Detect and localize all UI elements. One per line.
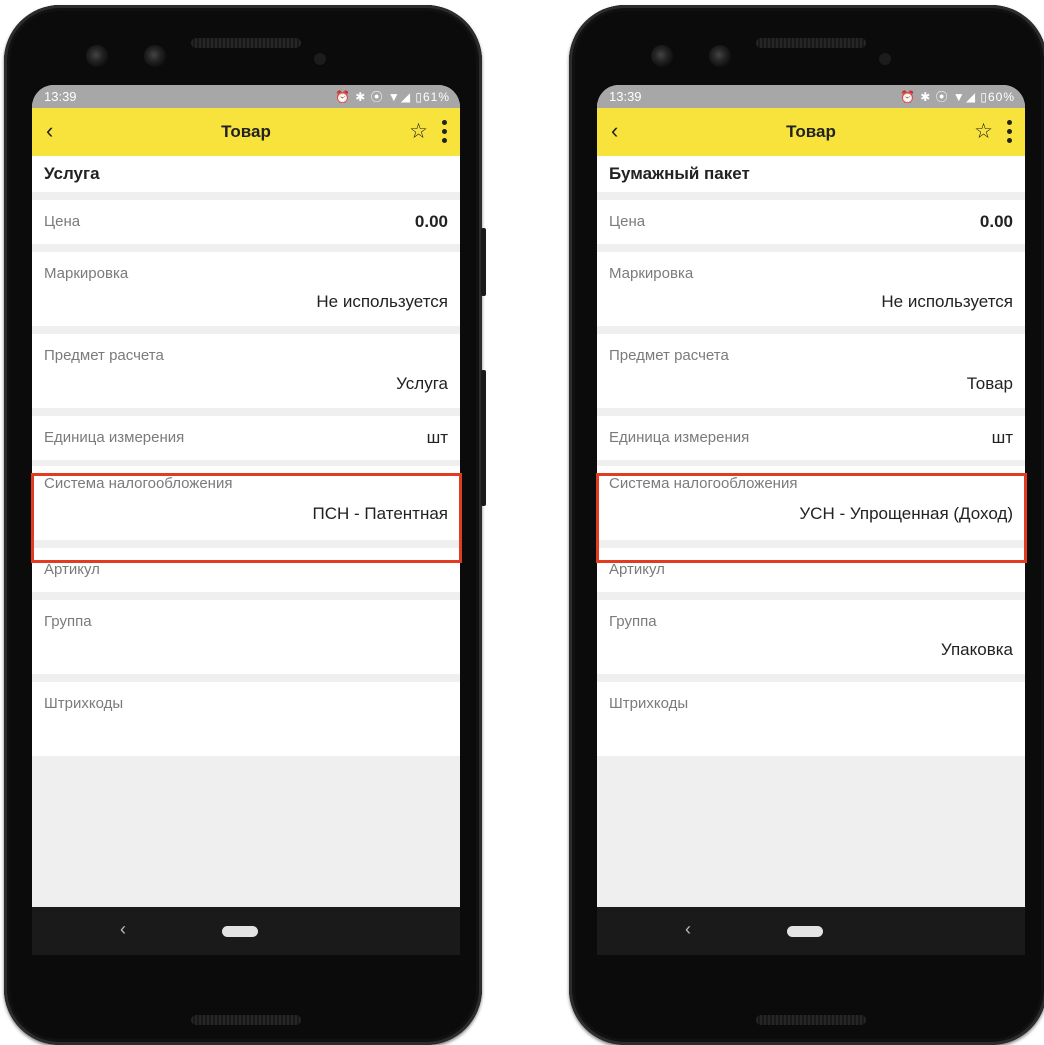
proximity-sensor (314, 53, 326, 65)
field-value: Товар (966, 374, 1013, 393)
field-label: Маркировка (44, 265, 129, 282)
system-nav-bar: ‹ (32, 907, 460, 955)
field-price[interactable]: Цена 0.00 (597, 200, 1025, 244)
field-subject[interactable]: Предмет расчета Услуга (32, 334, 460, 408)
star-icon[interactable]: ☆ (974, 119, 993, 144)
front-camera-icon (709, 45, 731, 67)
more-vert-icon[interactable] (442, 120, 448, 147)
field-label: Единица измерения (609, 429, 750, 446)
system-nav-bar: ‹ (597, 907, 1025, 955)
field-label: Маркировка (609, 265, 694, 282)
field-label: Единица измерения (44, 429, 185, 446)
proximity-sensor (879, 53, 891, 65)
more-vert-icon[interactable] (1007, 120, 1013, 147)
field-value: шт (991, 428, 1013, 447)
back-arrow-icon[interactable]: ‹ (611, 118, 618, 144)
item-title: Бумажный пакет (597, 156, 1025, 192)
power-button (481, 370, 486, 506)
field-label: Группа (44, 613, 92, 630)
field-label: Артикул (609, 561, 665, 578)
field-unit[interactable]: Единица измерения шт (32, 416, 460, 460)
toolbar: ‹ Товар ☆ (32, 108, 460, 156)
field-subject[interactable]: Предмет расчета Товар (597, 334, 1025, 408)
status-bar: 13:39 ⏰ ✱ ⦿ ▼◢ ▯60% (597, 85, 1025, 108)
field-label: Штрихкоды (44, 695, 124, 712)
form-content: Услуга Цена 0.00 Маркировка Не используе… (32, 156, 460, 756)
field-group[interactable]: Группа (32, 600, 460, 674)
front-camera-icon (144, 45, 166, 67)
star-icon[interactable]: ☆ (409, 119, 428, 144)
field-barcodes[interactable]: Штрихкоды (32, 682, 460, 756)
status-icons: ⏰ ✱ ⦿ ▼◢ ▯60% (899, 90, 1015, 104)
status-bar: 13:39 ⏰ ✱ ⦿ ▼◢ ▯61% (32, 85, 460, 108)
toolbar-title: Товар (786, 122, 836, 141)
nav-back-icon[interactable]: ‹ (120, 919, 126, 940)
field-group[interactable]: Группа Упаковка (597, 600, 1025, 674)
field-price[interactable]: Цена 0.00 (32, 200, 460, 244)
status-icons: ⏰ ✱ ⦿ ▼◢ ▯61% (334, 90, 450, 104)
field-barcodes[interactable]: Штрихкоды (597, 682, 1025, 756)
field-label: Цена (44, 213, 81, 230)
nav-home-pill[interactable] (787, 926, 823, 937)
field-label: Группа (609, 613, 657, 630)
tax-highlight-frame (596, 473, 1027, 563)
earpiece-speaker (191, 38, 301, 48)
form-content: Бумажный пакет Цена 0.00 Маркировка Не и… (597, 156, 1025, 756)
item-title: Услуга (32, 156, 460, 192)
field-label: Штрихкоды (609, 695, 689, 712)
status-time: 13:39 (44, 89, 77, 104)
field-label: Артикул (44, 561, 100, 578)
phone-right: 13:39 ⏰ ✱ ⦿ ▼◢ ▯60% ‹ Товар ☆ Бумажный п… (569, 5, 1044, 1045)
back-arrow-icon[interactable]: ‹ (46, 118, 53, 144)
field-value: шт (426, 428, 448, 447)
earpiece-speaker (756, 38, 866, 48)
toolbar: ‹ Товар ☆ (597, 108, 1025, 156)
nav-home-pill[interactable] (222, 926, 258, 937)
phone-left: 13:39 ⏰ ✱ ⦿ ▼◢ ▯61% ‹ Товар ☆ Услуга Цен… (4, 5, 482, 1045)
field-value: Услуга (396, 374, 448, 393)
front-camera-icon (86, 45, 108, 67)
tax-highlight-frame (31, 473, 462, 563)
volume-button (481, 228, 486, 296)
field-label: Предмет расчета (609, 347, 729, 364)
field-value: Упаковка (940, 640, 1013, 659)
front-camera-icon (651, 45, 673, 67)
field-label: Предмет расчета (44, 347, 164, 364)
field-marking[interactable]: Маркировка Не используется (597, 252, 1025, 326)
status-time: 13:39 (609, 89, 642, 104)
toolbar-title: Товар (221, 122, 271, 141)
field-value: Не используется (316, 292, 448, 311)
field-value: 0.00 (414, 212, 448, 231)
field-value: Не используется (881, 292, 1013, 311)
bottom-speaker (191, 1015, 301, 1025)
bottom-speaker (756, 1015, 866, 1025)
field-marking[interactable]: Маркировка Не используется (32, 252, 460, 326)
field-unit[interactable]: Единица измерения шт (597, 416, 1025, 460)
field-label: Цена (609, 213, 646, 230)
field-value: 0.00 (979, 212, 1013, 231)
nav-back-icon[interactable]: ‹ (685, 919, 691, 940)
